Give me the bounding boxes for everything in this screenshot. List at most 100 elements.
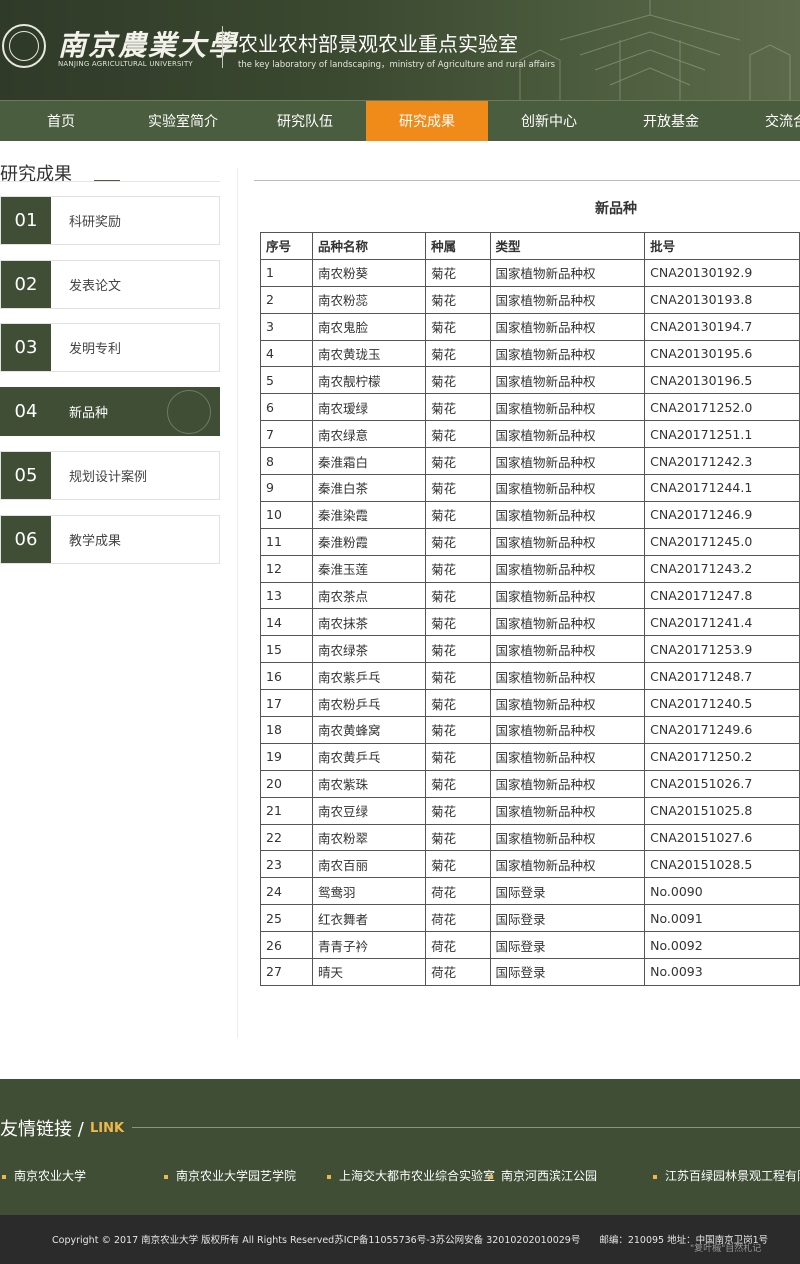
nav-item-research-results[interactable]: 研究成果 <box>366 101 488 141</box>
link-jiangsu-bailv[interactable]: 江苏百绿园林景观工程有限公司 <box>653 1167 800 1184</box>
cell-genus: 菊花 <box>425 662 491 691</box>
cell-genus: 菊花 <box>425 447 491 476</box>
cell-type: 国家植物新品种权 <box>489 850 646 879</box>
cell-index: 10 <box>260 500 313 529</box>
cell-type: 国家植物新品种权 <box>489 366 646 395</box>
watermark-text: "复叶槭"自然札记 <box>690 1244 762 1254</box>
cell-batch-number: CNA20171250.2 <box>644 742 800 771</box>
table-row: 19 南农黄乒乓 菊花 国家植物新品种权 CNA20171250.2 <box>260 742 800 771</box>
table-row: 6 南农瑷绿 菊花 国家植物新品种权 CNA20171252.0 <box>260 393 800 422</box>
links-divider <box>132 1127 800 1128</box>
cell-type: 国家植物新品种权 <box>489 474 646 502</box>
cell-variety-name: 秦淮染霞 <box>311 500 427 529</box>
cell-index: 1 <box>260 258 313 287</box>
cell-genus: 荷花 <box>425 877 491 906</box>
sidebar-item-label: 科研奖励 <box>69 215 122 230</box>
nav-item-research-team[interactable]: 研究队伍 <box>244 101 366 141</box>
cell-type: 国家植物新品种权 <box>489 393 646 422</box>
cell-batch-number: CNA20171253.9 <box>644 635 800 664</box>
sidebar-item-patents[interactable]: 03 发明专利 <box>0 323 220 372</box>
cell-batch-number: CNA20171246.9 <box>644 500 800 529</box>
table-row: 17 南农粉乒乓 菊花 国家植物新品种权 CNA20171240.5 <box>260 689 800 718</box>
link-sjtu-urban-agri-lab[interactable]: 上海交大都市农业综合实验室 <box>327 1167 495 1184</box>
table-row: 21 南农豆绿 菊花 国家植物新品种权 CNA20151025.8 <box>260 796 800 825</box>
cell-index: 14 <box>260 608 313 637</box>
cell-variety-name: 南农粉乒乓 <box>311 689 427 718</box>
sidebar-item-papers[interactable]: 02 发表论文 <box>0 260 220 309</box>
cell-genus: 菊花 <box>425 635 491 664</box>
university-name-en: NANJING AGRICULTURAL UNIVERSITY <box>58 60 193 68</box>
university-seal-icon[interactable] <box>2 24 46 68</box>
sidebar-item-number: 06 <box>1 516 51 563</box>
sidebar-divider <box>0 181 220 182</box>
cell-variety-name: 南农百丽 <box>311 850 427 879</box>
link-hexi-riverside-park[interactable]: 南京河西滨江公园 <box>489 1167 597 1184</box>
cell-variety-name: 青青子衿 <box>311 931 427 960</box>
cell-genus: 菊花 <box>425 581 491 610</box>
nav-item-exchange[interactable]: 交流合作 <box>732 101 800 141</box>
cell-genus: 菊花 <box>425 716 491 744</box>
cell-genus: 菊花 <box>425 258 491 287</box>
sidebar-item-label: 新品种 <box>69 406 109 421</box>
cell-genus: 菊花 <box>425 796 491 825</box>
cell-batch-number: CNA20171248.7 <box>644 662 800 691</box>
nav-item-open-fund[interactable]: 开放基金 <box>610 101 732 141</box>
cell-type: 国家植物新品种权 <box>489 258 646 287</box>
cell-batch-number: CNA20130196.5 <box>644 366 800 395</box>
cell-index: 26 <box>260 931 313 960</box>
cell-batch-number: No.0093 <box>644 958 800 986</box>
nav-item-innovation-center[interactable]: 创新中心 <box>488 101 610 141</box>
cell-genus: 菊花 <box>425 393 491 422</box>
cell-batch-number: CNA20171243.2 <box>644 554 800 583</box>
cell-type: 国家植物新品种权 <box>489 554 646 583</box>
cell-variety-name: 秦淮玉莲 <box>311 554 427 583</box>
lab-title-cn: 农业农村部景观农业重点实验室 <box>238 32 518 56</box>
cell-index: 9 <box>260 474 313 502</box>
cell-genus: 荷花 <box>425 958 491 986</box>
cell-variety-name: 南农粉蕊 <box>311 285 427 314</box>
cell-type: 国家植物新品种权 <box>489 339 646 368</box>
cell-type: 国家植物新品种权 <box>489 527 646 556</box>
link-horticulture-college[interactable]: 南京农业大学园艺学院 <box>164 1167 296 1184</box>
table-row: 20 南农紫珠 菊花 国家植物新品种权 CNA20151026.7 <box>260 769 800 798</box>
cell-genus: 荷花 <box>425 904 491 933</box>
friend-links-section: 友情链接 / LINK 南京农业大学 南京农业大学园艺学院 上海交大都市农业综合… <box>0 1079 800 1215</box>
table-header-row: 序号 品种名称 种属 类型 批号 <box>260 232 800 260</box>
sidebar-item-new-varieties[interactable]: 04 新品种 <box>0 387 220 436</box>
main-nav: 首页 实验室简介 研究队伍 研究成果 创新中心 开放基金 交流合作 <box>0 100 800 141</box>
link-njau[interactable]: 南京农业大学 <box>2 1167 86 1184</box>
cell-index: 11 <box>260 527 313 556</box>
cell-batch-number: CNA20171249.6 <box>644 716 800 744</box>
sidebar-item-research-awards[interactable]: 01 科研奖励 <box>0 196 220 245</box>
sidebar-item-number: 04 <box>1 388 51 435</box>
cell-variety-name: 南农黄珑玉 <box>311 339 427 368</box>
cell-index: 23 <box>260 850 313 879</box>
sidebar-item-teaching-results[interactable]: 06 教学成果 <box>0 515 220 564</box>
header-divider <box>222 26 223 68</box>
cell-batch-number: CNA20151028.5 <box>644 850 800 879</box>
site-header: 南京農業大學 NANJING AGRICULTURAL UNIVERSITY 农… <box>0 0 800 100</box>
cell-type: 国际登录 <box>489 931 646 960</box>
cell-batch-number: CNA20171242.3 <box>644 447 800 476</box>
sidebar-item-design-cases[interactable]: 05 规划设计案例 <box>0 451 220 500</box>
cell-batch-number: CNA20151025.8 <box>644 796 800 825</box>
cell-index: 20 <box>260 769 313 798</box>
column-header: 种属 <box>425 232 491 260</box>
table-row: 12 秦淮玉莲 菊花 国家植物新品种权 CNA20171243.2 <box>260 554 800 583</box>
cell-variety-name: 南农靓柠檬 <box>311 366 427 395</box>
table-row: 27 晴天 荷花 国际登录 No.0093 <box>260 958 800 986</box>
nav-item-home[interactable]: 首页 <box>0 101 122 141</box>
column-header: 序号 <box>260 232 313 260</box>
sidebar-title: 研究成果 <box>0 164 72 185</box>
table-row: 18 南农黄蜂窝 菊花 国家植物新品种权 CNA20171249.6 <box>260 716 800 744</box>
cell-batch-number: CNA20130195.6 <box>644 339 800 368</box>
cell-index: 12 <box>260 554 313 583</box>
cell-genus: 菊花 <box>425 285 491 314</box>
nav-item-lab-intro[interactable]: 实验室简介 <box>122 101 244 141</box>
cell-variety-name: 南农茶点 <box>311 581 427 610</box>
column-header: 品种名称 <box>311 232 427 260</box>
cell-type: 国家植物新品种权 <box>489 420 646 449</box>
cell-variety-name: 南农紫乒乓 <box>311 662 427 691</box>
cell-index: 16 <box>260 662 313 691</box>
cell-type: 国家植物新品种权 <box>489 662 646 691</box>
